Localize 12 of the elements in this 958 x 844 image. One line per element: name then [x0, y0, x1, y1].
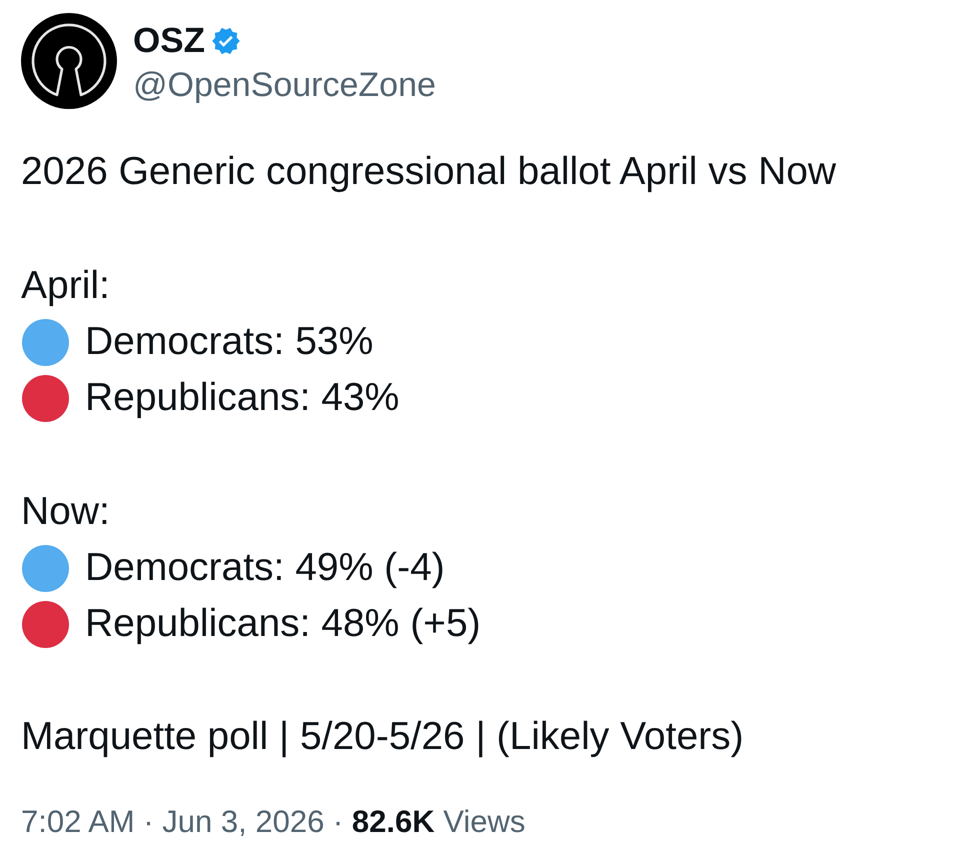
poll-result: Republicans: 43%: [85, 375, 400, 421]
post-headline: 2026 Generic congressional ballot April vs Now: [21, 149, 836, 195]
poll-source: Marquette poll | 5/20-5/26 | (Likely Voters): [21, 714, 744, 760]
section-label: Now:: [21, 489, 110, 535]
keyhole-logo-icon: [21, 13, 117, 109]
author-name: OSZ: [133, 21, 205, 61]
section-label: April:: [21, 263, 110, 309]
post-timestamp-views: 7:02 AM · Jun 3, 2026 · 82.6K Views: [21, 803, 526, 841]
poll-result: Democrats: 53%: [85, 319, 374, 365]
author-handle: @OpenSourceZone: [133, 65, 436, 106]
poll-result: Democrats: 49% (-4): [85, 545, 445, 591]
poll-result: Republicans: 48% (+5): [85, 601, 481, 647]
